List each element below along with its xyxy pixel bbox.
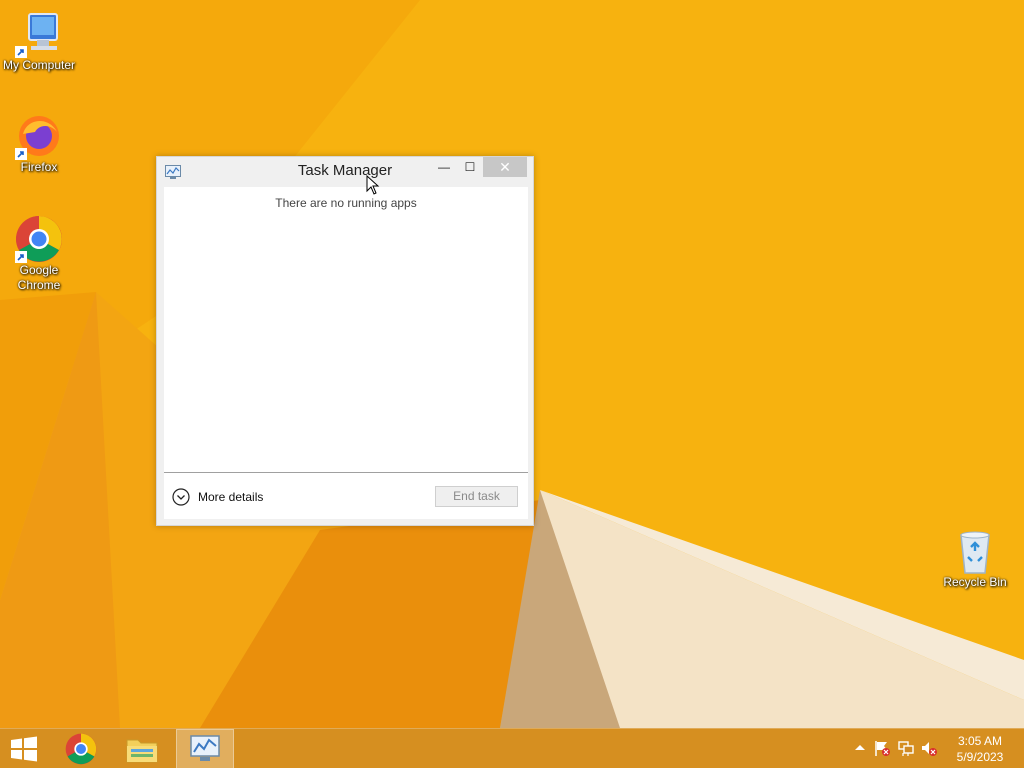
task-manager-icon	[190, 735, 220, 761]
maximize-button[interactable]: ☐	[459, 157, 481, 177]
desktop-icon-label: Recycle Bin	[943, 575, 1007, 589]
more-details-label: More details	[198, 490, 264, 504]
clock-date: 5/9/2023	[956, 750, 1004, 764]
end-task-button[interactable]: End task	[435, 486, 518, 507]
windows-logo-icon	[11, 736, 37, 762]
shortcut-arrow-icon	[15, 46, 27, 58]
title-bar[interactable]: Task Manager — ☐ ✕	[157, 157, 533, 187]
desktop-icon-google-chrome[interactable]: Google Chrome	[0, 215, 78, 293]
desktop-icon-label: Google Chrome	[17, 263, 61, 292]
window-footer: More details End task	[164, 473, 528, 519]
clock-time: 3:05 AM	[957, 734, 1003, 748]
taskbar-file-explorer-button[interactable]	[113, 729, 171, 768]
minimize-icon: —	[438, 160, 450, 174]
desktop: My Computer Firefox Google Chrome Recycl…	[0, 0, 1024, 768]
empty-state-message: There are no running apps	[275, 196, 417, 210]
start-button[interactable]	[0, 729, 48, 768]
shortcut-arrow-icon	[15, 148, 27, 160]
shortcut-arrow-icon	[15, 251, 27, 263]
taskbar: 3:05 AM 5/9/2023	[0, 728, 1024, 768]
taskbar-task-manager-button[interactable]	[176, 729, 234, 768]
more-details-toggle[interactable]: More details	[172, 487, 263, 507]
recycle-bin-icon	[960, 531, 990, 574]
minimize-button[interactable]: —	[433, 157, 455, 177]
desktop-icon-recycle-bin[interactable]: Recycle Bin	[936, 527, 1014, 590]
desktop-icon-my-computer[interactable]: My Computer	[0, 10, 78, 73]
chevron-down-icon	[172, 488, 190, 506]
show-hidden-icons-icon[interactable]	[851, 739, 869, 757]
close-icon: ✕	[499, 159, 511, 175]
action-center-flag-icon[interactable]	[873, 739, 891, 757]
close-button[interactable]: ✕	[483, 157, 527, 177]
system-clock[interactable]: 3:05 AM 5/9/2023	[944, 733, 1016, 765]
desktop-icon-label: Firefox	[20, 160, 58, 174]
mouse-pointer-icon	[366, 175, 380, 195]
maximize-icon: ☐	[464, 160, 476, 174]
folder-icon	[126, 739, 158, 763]
app-list-pane: There are no running apps	[164, 187, 528, 473]
task-manager-window: Task Manager — ☐ ✕ There are no running …	[156, 156, 534, 526]
taskbar-chrome-button[interactable]	[52, 729, 110, 768]
network-icon[interactable]	[897, 739, 915, 757]
chrome-icon	[65, 733, 97, 765]
desktop-icon-label: My Computer	[2, 58, 76, 72]
desktop-icon-firefox[interactable]: Firefox	[0, 112, 78, 175]
volume-muted-icon[interactable]	[920, 739, 938, 757]
